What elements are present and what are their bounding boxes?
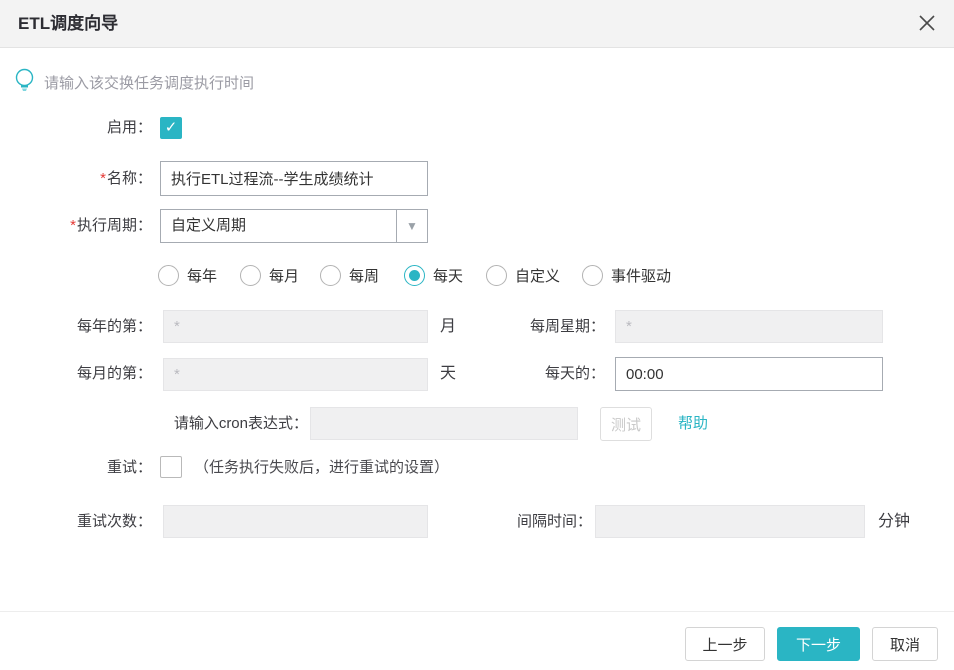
radio-label: 事件驱动 xyxy=(611,265,671,286)
radio-custom[interactable]: 自定义 xyxy=(486,265,560,286)
radio-daily[interactable]: 每天 xyxy=(404,265,463,286)
radio-yearly[interactable]: 每年 xyxy=(158,265,217,286)
cycle-label-text: 执行周期： xyxy=(77,217,152,234)
interval-label: 间隔时间： xyxy=(440,505,592,538)
cancel-button[interactable]: 取消 xyxy=(872,627,938,661)
radio-circle xyxy=(158,265,179,286)
close-icon xyxy=(916,22,938,37)
etl-schedule-wizard-dialog: ETL调度向导 请输入该交换任务调度执行时间 启用： ✓ *名称： *执行周期：… xyxy=(0,0,954,670)
radio-circle xyxy=(486,265,507,286)
radio-event-driven[interactable]: 事件驱动 xyxy=(582,265,671,286)
retry-note: （任务执行失败后，进行重试的设置） xyxy=(194,457,449,479)
enable-label: 启用： xyxy=(0,117,152,139)
month-day-label: 每月的第： xyxy=(0,357,152,391)
radio-label: 每周 xyxy=(349,265,379,286)
month-day-input xyxy=(163,358,428,391)
footer-divider xyxy=(0,611,954,612)
cron-input[interactable] xyxy=(310,407,578,440)
radio-label: 自定义 xyxy=(515,265,560,286)
name-required-mark: * xyxy=(100,170,106,187)
name-label-text: 名称： xyxy=(107,170,152,187)
retry-checkbox[interactable] xyxy=(160,456,182,478)
dialog-title: ETL调度向导 xyxy=(18,0,118,48)
radio-circle xyxy=(404,265,425,286)
interval-unit: 分钟 xyxy=(878,505,910,538)
dialog-header: ETL调度向导 xyxy=(0,0,954,48)
radio-circle xyxy=(320,265,341,286)
retry-label: 重试： xyxy=(0,457,152,479)
year-day-label: 每年的第： xyxy=(0,310,152,343)
next-step-button[interactable]: 下一步 xyxy=(777,627,860,661)
name-input[interactable] xyxy=(160,161,428,196)
retry-count-input xyxy=(163,505,428,538)
chevron-down-icon: ▼ xyxy=(396,210,427,242)
cron-help-link[interactable]: 帮助 xyxy=(678,407,708,441)
cycle-select[interactable]: 自定义周期 ▼ xyxy=(160,209,428,243)
name-label: *名称： xyxy=(0,161,152,196)
cycle-label: *执行周期： xyxy=(0,209,152,243)
cycle-required-mark: * xyxy=(70,217,76,234)
lightbulb-icon xyxy=(14,68,35,100)
cron-test-button[interactable]: 测试 xyxy=(600,407,652,441)
retry-count-label: 重试次数： xyxy=(0,505,152,538)
prev-step-button[interactable]: 上一步 xyxy=(685,627,765,661)
cron-label: 请输入cron表达式： xyxy=(0,407,308,441)
check-icon: ✓ xyxy=(165,119,178,136)
year-day-input xyxy=(163,310,428,343)
cycle-selected-value: 自定义周期 xyxy=(161,210,427,242)
close-button[interactable] xyxy=(915,12,939,36)
radio-label: 每年 xyxy=(187,265,217,286)
radio-label: 每月 xyxy=(269,265,299,286)
radio-monthly[interactable]: 每月 xyxy=(240,265,299,286)
radio-circle xyxy=(240,265,261,286)
daily-time-input[interactable] xyxy=(615,357,883,391)
enable-checkbox[interactable]: ✓ xyxy=(160,117,182,139)
interval-input xyxy=(595,505,865,538)
daily-time-label: 每天的： xyxy=(450,357,605,391)
radio-weekly[interactable]: 每周 xyxy=(320,265,379,286)
hint-text: 请输入该交换任务调度执行时间 xyxy=(44,74,254,94)
week-day-label: 每周星期： xyxy=(450,310,605,343)
radio-label: 每天 xyxy=(433,265,463,286)
week-day-input xyxy=(615,310,883,343)
radio-circle xyxy=(582,265,603,286)
